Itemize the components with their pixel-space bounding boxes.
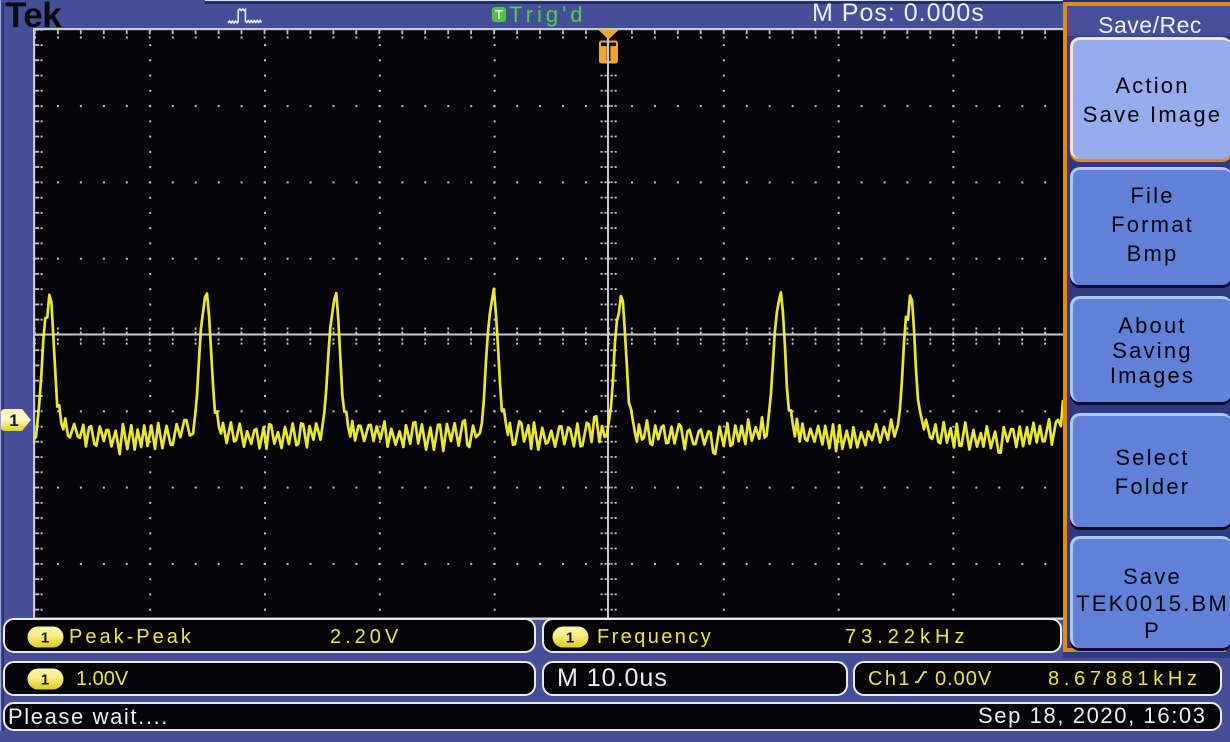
svg-text:1: 1	[41, 630, 49, 647]
svg-text:1: 1	[566, 630, 574, 647]
svg-text:1: 1	[41, 672, 49, 689]
svg-text:1: 1	[9, 411, 18, 430]
